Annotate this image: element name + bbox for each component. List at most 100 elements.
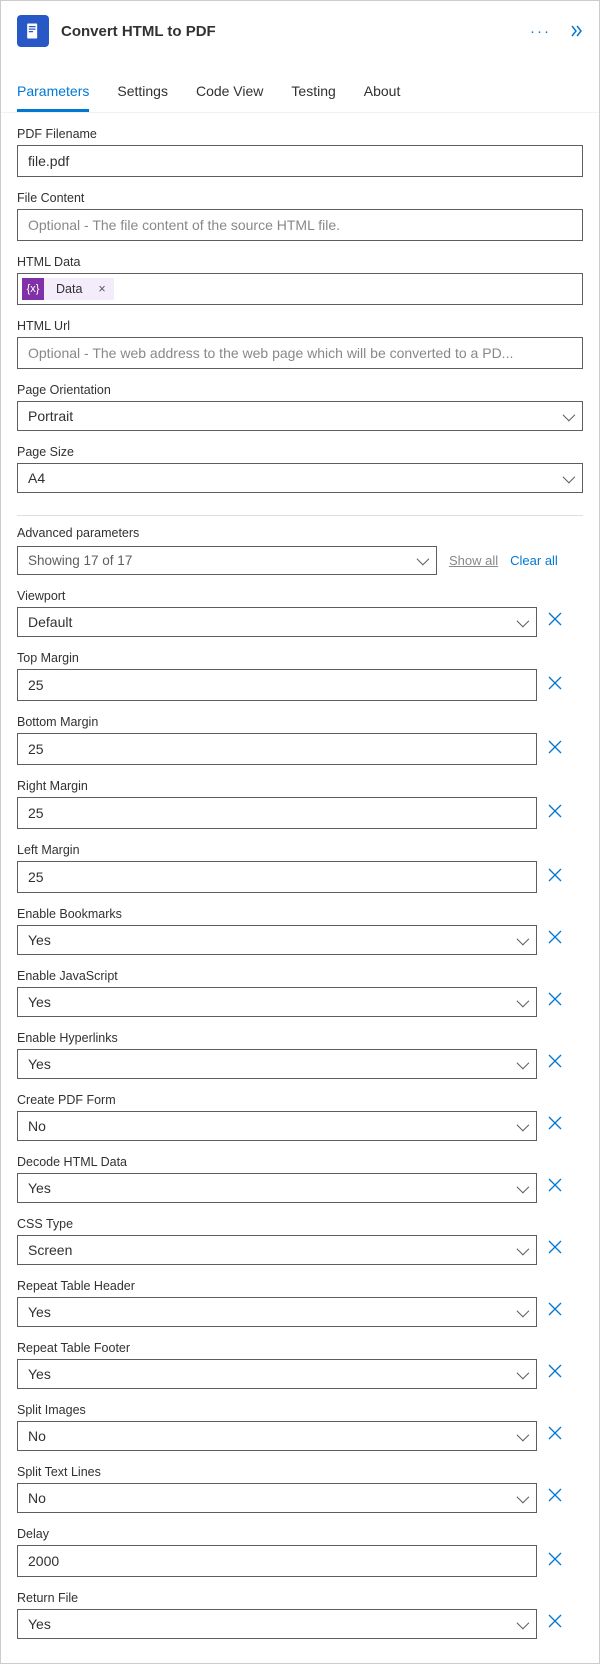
- file-content-label: File Content: [17, 191, 583, 205]
- page-orientation-select[interactable]: Portrait: [17, 401, 583, 431]
- close-icon: [547, 739, 563, 755]
- adv-param-row: Enable Bookmarks Yes: [17, 907, 583, 955]
- close-icon: [547, 611, 563, 627]
- close-icon: [547, 803, 563, 819]
- adv-param-value: Screen: [28, 1242, 72, 1258]
- adv-param-value: No: [28, 1428, 46, 1444]
- remove-param-button[interactable]: [547, 1115, 563, 1141]
- remove-param-button[interactable]: [547, 1425, 563, 1451]
- adv-param-value: No: [28, 1118, 46, 1134]
- adv-param-row: Left Margin: [17, 843, 583, 893]
- adv-param-value: Yes: [28, 1180, 51, 1196]
- adv-param-label: Decode HTML Data: [17, 1155, 537, 1169]
- chevron-down-icon: [417, 553, 426, 568]
- adv-param-select[interactable]: Yes: [17, 987, 537, 1017]
- adv-param-select[interactable]: Yes: [17, 1297, 537, 1327]
- adv-param-row: Repeat Table Header Yes: [17, 1279, 583, 1327]
- collapse-button[interactable]: [569, 24, 583, 38]
- adv-param-select[interactable]: No: [17, 1421, 537, 1451]
- adv-param-select[interactable]: Yes: [17, 1049, 537, 1079]
- adv-param-input[interactable]: [17, 861, 537, 893]
- adv-param-select[interactable]: Yes: [17, 925, 537, 955]
- adv-param-input[interactable]: [17, 797, 537, 829]
- close-icon: [547, 1301, 563, 1317]
- divider: [17, 515, 583, 516]
- adv-param-row: Top Margin: [17, 651, 583, 701]
- adv-param-row: Decode HTML Data Yes: [17, 1155, 583, 1203]
- chevron-down-icon: [563, 470, 572, 486]
- adv-param-select[interactable]: Yes: [17, 1173, 537, 1203]
- page-size-label: Page Size: [17, 445, 583, 459]
- panel-title: Convert HTML to PDF: [61, 23, 530, 40]
- adv-param-select[interactable]: No: [17, 1111, 537, 1141]
- adv-param-select[interactable]: Screen: [17, 1235, 537, 1265]
- adv-param-label: Split Images: [17, 1403, 537, 1417]
- remove-param-button[interactable]: [547, 1363, 563, 1389]
- adv-param-row: Return File Yes: [17, 1591, 583, 1639]
- adv-param-select[interactable]: Yes: [17, 1609, 537, 1639]
- remove-param-button[interactable]: [547, 1487, 563, 1513]
- advanced-summary-select[interactable]: Showing 17 of 17: [17, 546, 437, 575]
- remove-param-button[interactable]: [547, 991, 563, 1017]
- adv-param-label: Viewport: [17, 589, 537, 603]
- close-icon: [547, 1487, 563, 1503]
- adv-param-select[interactable]: Default: [17, 607, 537, 637]
- remove-param-button[interactable]: [547, 1177, 563, 1203]
- file-content-input[interactable]: [17, 209, 583, 241]
- remove-param-button[interactable]: [547, 739, 563, 765]
- remove-param-button[interactable]: [547, 1551, 563, 1577]
- adv-param-label: CSS Type: [17, 1217, 537, 1231]
- tab-about[interactable]: About: [364, 77, 401, 112]
- pdf-filename-input[interactable]: [17, 145, 583, 177]
- adv-param-select[interactable]: No: [17, 1483, 537, 1513]
- close-icon: [547, 1115, 563, 1131]
- tab-settings[interactable]: Settings: [117, 77, 168, 112]
- adv-param-label: Repeat Table Header: [17, 1279, 537, 1293]
- data-token[interactable]: {x} Data ×: [22, 278, 114, 300]
- adv-param-label: Return File: [17, 1591, 537, 1605]
- remove-param-button[interactable]: [547, 611, 563, 637]
- document-icon: [23, 21, 43, 41]
- remove-param-button[interactable]: [547, 803, 563, 829]
- html-data-input[interactable]: {x} Data ×: [17, 273, 583, 305]
- chevron-down-icon: [517, 1616, 526, 1632]
- chevron-right-double-icon: [569, 24, 583, 38]
- advanced-header: Advanced parameters: [17, 526, 583, 540]
- remove-param-button[interactable]: [547, 1301, 563, 1327]
- adv-param-label: Left Margin: [17, 843, 537, 857]
- tab-parameters[interactable]: Parameters: [17, 77, 89, 112]
- remove-param-button[interactable]: [547, 1053, 563, 1079]
- remove-param-button[interactable]: [547, 929, 563, 955]
- adv-param-input[interactable]: [17, 733, 537, 765]
- more-menu-button[interactable]: ···: [530, 23, 551, 40]
- show-all-link[interactable]: Show all: [449, 553, 498, 568]
- tab-code-view[interactable]: Code View: [196, 77, 263, 112]
- remove-param-button[interactable]: [547, 675, 563, 701]
- chevron-down-icon: [517, 932, 526, 948]
- html-url-input[interactable]: [17, 337, 583, 369]
- close-icon: [547, 1239, 563, 1255]
- adv-param-row: Viewport Default: [17, 589, 583, 637]
- close-icon: [547, 675, 563, 691]
- adv-param-select[interactable]: Yes: [17, 1359, 537, 1389]
- chevron-down-icon: [517, 1056, 526, 1072]
- tabs-bar: Parameters Settings Code View Testing Ab…: [1, 77, 599, 113]
- page-size-select[interactable]: A4: [17, 463, 583, 493]
- adv-param-label: Enable Bookmarks: [17, 907, 537, 921]
- chevron-down-icon: [517, 1490, 526, 1506]
- remove-param-button[interactable]: [547, 1613, 563, 1639]
- advanced-params-list: ViewportDefaultTop MarginBottom MarginRi…: [17, 589, 583, 1639]
- adv-param-value: Yes: [28, 1616, 51, 1632]
- clear-all-link[interactable]: Clear all: [510, 553, 558, 568]
- token-remove-button[interactable]: ×: [98, 282, 105, 296]
- remove-param-button[interactable]: [547, 867, 563, 893]
- tab-testing[interactable]: Testing: [291, 77, 335, 112]
- adv-param-input[interactable]: [17, 669, 537, 701]
- adv-param-row: Bottom Margin: [17, 715, 583, 765]
- chevron-down-icon: [563, 408, 572, 424]
- chevron-down-icon: [517, 1118, 526, 1134]
- adv-param-input[interactable]: [17, 1545, 537, 1577]
- adv-param-label: Delay: [17, 1527, 537, 1541]
- adv-param-row: CSS Type Screen: [17, 1217, 583, 1265]
- remove-param-button[interactable]: [547, 1239, 563, 1265]
